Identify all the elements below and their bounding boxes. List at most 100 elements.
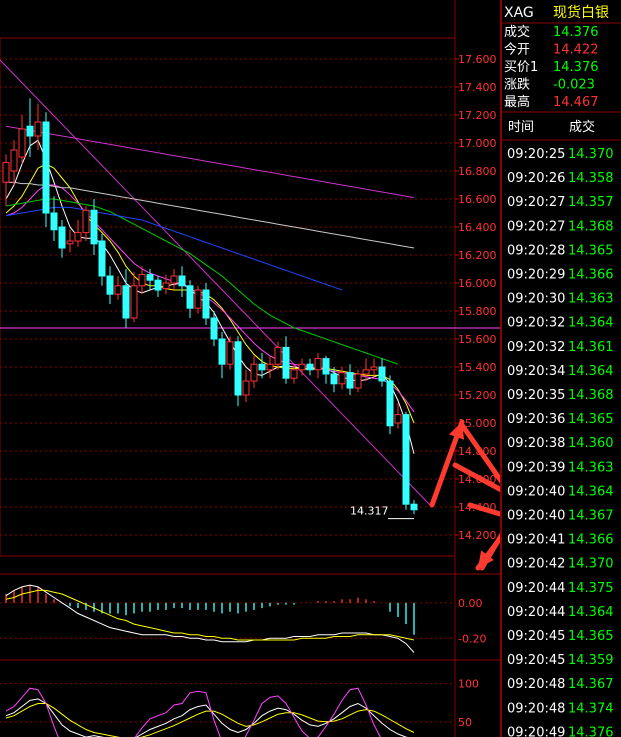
candle-body[interactable]	[338, 372, 346, 385]
candle-body[interactable]	[202, 289, 210, 319]
candle-body[interactable]	[82, 209, 90, 234]
y-tick-label: 17.600	[458, 53, 497, 66]
tick-list[interactable]: 09:20:25 14.37009:20:26 14.35809:20:27 14.3…	[507, 147, 614, 737]
candle-body[interactable]	[90, 209, 98, 245]
trading-screen: 17.600 17.400 17.200 17.000 16.800 16.600 16.4…	[0, 0, 621, 737]
y-tick-label: 17.200	[458, 109, 497, 122]
candle-body[interactable]	[66, 240, 74, 245]
candle-body[interactable]	[186, 285, 194, 309]
tick-price: 14.365	[568, 243, 614, 258]
tick-time: 09:20:25	[507, 147, 565, 162]
candle-body[interactable]	[314, 358, 322, 371]
candle-body[interactable]	[178, 275, 186, 287]
candle-body[interactable]	[370, 366, 378, 371]
kdj-tick-label: 100	[458, 678, 479, 691]
candle-body[interactable]	[234, 341, 242, 396]
candle-body[interactable]	[162, 282, 170, 290]
candle-body[interactable]	[170, 275, 178, 284]
tick-price: 14.364	[568, 484, 614, 499]
tick-price: 14.360	[568, 436, 614, 451]
tick-time: 09:20:34	[507, 364, 565, 379]
candle-body[interactable]	[298, 363, 306, 371]
candle-body[interactable]	[378, 366, 386, 382]
candle-body[interactable]	[362, 369, 370, 375]
candle-body[interactable]	[282, 346, 290, 379]
candle-body[interactable]	[106, 275, 114, 295]
candle-body[interactable]	[122, 285, 130, 319]
y-tick-label: 16.600	[458, 193, 497, 206]
quote-value: 14.376	[553, 60, 599, 75]
tick-price: 14.366	[568, 268, 614, 283]
candle-body[interactable]	[2, 162, 10, 183]
tick-price: 14.368	[568, 388, 614, 403]
candle-body[interactable]	[354, 373, 362, 389]
candle-body[interactable]	[306, 363, 314, 371]
tick-price: 14.367	[568, 677, 614, 692]
kdj-j-line	[5, 687, 381, 737]
candle-body[interactable]	[194, 289, 202, 309]
tick-col-time: 时间	[508, 120, 534, 135]
candle-body[interactable]	[402, 414, 410, 505]
tick-time: 09:20:39	[507, 460, 565, 475]
candle-body[interactable]	[42, 121, 50, 214]
candle-body[interactable]	[74, 232, 82, 242]
candle-body[interactable]	[394, 414, 402, 424]
candle-body[interactable]	[114, 285, 122, 295]
tick-price: 14.363	[568, 292, 614, 307]
candle-body[interactable]	[242, 380, 250, 396]
tick-price: 14.375	[568, 581, 614, 596]
candle-body[interactable]	[34, 121, 42, 137]
moving-average-line	[5, 125, 415, 199]
y-tick-label: 15.800	[458, 305, 497, 318]
tick-time: 09:20:45	[507, 629, 565, 644]
tick-time: 09:20:38	[507, 436, 565, 451]
quote-value: 14.467	[553, 95, 599, 110]
y-tick-label: 16.000	[458, 277, 497, 290]
candle-body[interactable]	[218, 338, 226, 365]
candle-body[interactable]	[330, 373, 338, 385]
candle-body[interactable]	[258, 363, 266, 371]
quote-label: 买价1	[504, 60, 538, 75]
kdj-tick-label: 50	[458, 716, 472, 729]
tick-price: 14.363	[568, 460, 614, 475]
candle-body[interactable]	[26, 125, 34, 137]
candle-body[interactable]	[274, 346, 282, 365]
y-tick-label: 15.600	[458, 333, 497, 346]
tick-time: 09:20:27	[507, 219, 565, 234]
candle-body[interactable]	[210, 317, 218, 340]
candle-body[interactable]	[50, 212, 58, 231]
candle-body[interactable]	[146, 274, 154, 281]
tick-time: 09:20:44	[507, 581, 565, 596]
candle-body[interactable]	[18, 128, 26, 158]
candle-body[interactable]	[386, 380, 394, 427]
tick-time: 09:20:44	[507, 605, 565, 620]
tick-time: 09:20:49	[507, 725, 565, 737]
quote-panel: XAG 现货白银 成交 14.376 今开 14.422 买价1 14.376 涨跌 -0.0…	[500, 0, 621, 737]
candle-body[interactable]	[346, 372, 354, 389]
candle-body[interactable]	[410, 503, 418, 511]
candle-body[interactable]	[98, 240, 106, 277]
candle-body[interactable]	[290, 369, 298, 379]
tick-time: 09:20:40	[507, 509, 565, 524]
arrow-shaft	[459, 422, 500, 484]
candle-body[interactable]	[130, 285, 138, 319]
tick-time: 09:20:32	[507, 340, 565, 355]
candlestick-chart[interactable]: 17.600 17.400 17.200 17.000 16.800 16.600 16.4…	[0, 0, 500, 737]
tick-price: 14.370	[568, 147, 614, 162]
candle-body[interactable]	[250, 363, 258, 382]
candle-body[interactable]	[154, 279, 162, 291]
tick-time: 09:20:45	[507, 653, 565, 668]
last-price-label: 14.317	[350, 505, 389, 518]
macd-dif-line	[5, 584, 415, 653]
candle-body[interactable]	[266, 363, 274, 371]
macd-tick-label: 0.00	[458, 597, 483, 610]
candle-body[interactable]	[58, 226, 66, 249]
candle-body[interactable]	[226, 341, 234, 365]
tick-price: 14.361	[568, 340, 614, 355]
kdj-d-line	[5, 703, 415, 737]
candle-body[interactable]	[322, 358, 330, 375]
instrument-name: 现货白银	[553, 4, 609, 21]
candle-body[interactable]	[138, 274, 146, 287]
tick-time: 09:20:32	[507, 316, 565, 331]
candle-body[interactable]	[10, 149, 18, 172]
